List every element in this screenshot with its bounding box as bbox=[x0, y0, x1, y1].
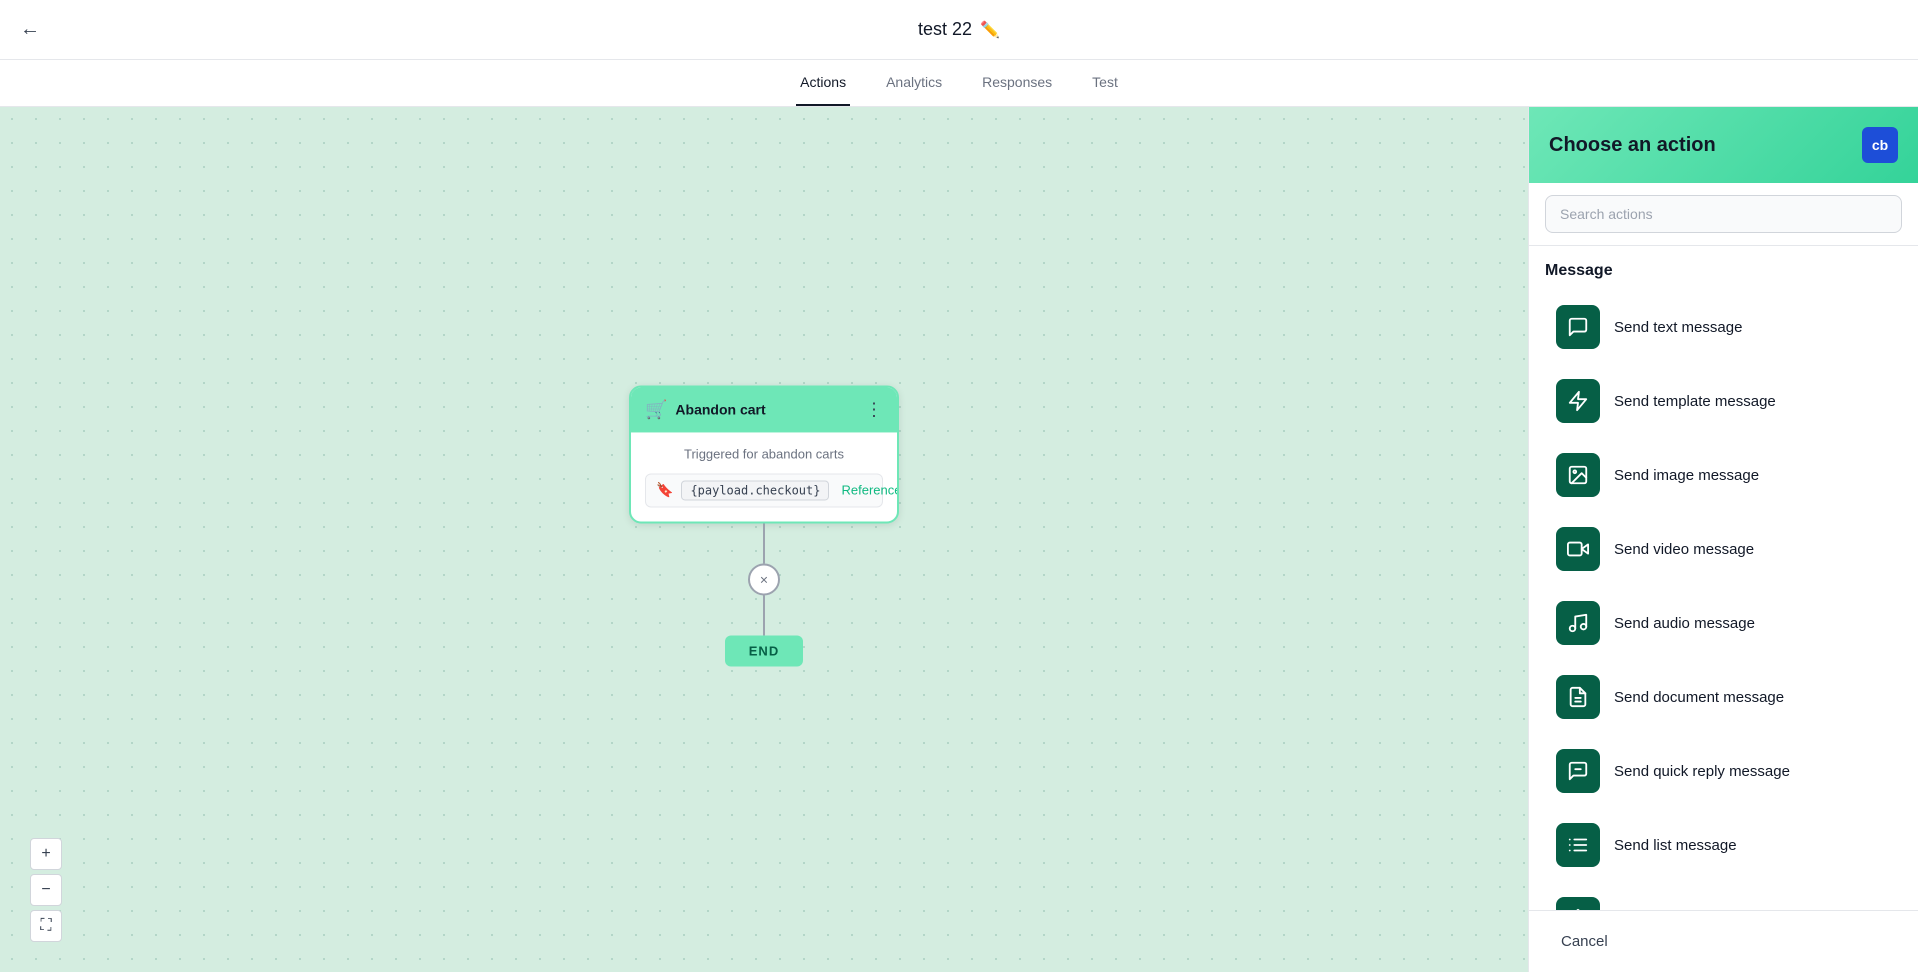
action-send-audio[interactable]: Send audio message bbox=[1545, 588, 1902, 658]
tab-responses[interactable]: Responses bbox=[978, 60, 1056, 106]
action-send-text[interactable]: Send text message bbox=[1545, 292, 1902, 362]
connector-line-1 bbox=[763, 523, 765, 563]
send-list-icon bbox=[1556, 823, 1600, 867]
send-template-label: Send template message bbox=[1614, 393, 1776, 410]
right-panel: Choose an action cb Message Send text me… bbox=[1528, 107, 1918, 972]
abandon-cart-node[interactable]: 🛒 Abandon cart ⋮ Triggered for abandon c… bbox=[629, 385, 899, 523]
panel-footer: Cancel bbox=[1529, 910, 1918, 972]
zoom-in-button[interactable]: + bbox=[30, 838, 62, 870]
send-document-icon bbox=[1556, 675, 1600, 719]
node-menu-button[interactable]: ⋮ bbox=[865, 399, 883, 420]
action-send-list[interactable]: Send list message bbox=[1545, 810, 1902, 880]
send-video-icon bbox=[1556, 527, 1600, 571]
reference-link[interactable]: Reference bbox=[841, 482, 899, 497]
send-document-label: Send document message bbox=[1614, 689, 1784, 706]
action-send-template[interactable]: Send template message bbox=[1545, 366, 1902, 436]
payload-tag: {payload.checkout} bbox=[681, 480, 829, 500]
cart-icon: 🛒 bbox=[645, 399, 667, 420]
zoom-out-button[interactable]: − bbox=[30, 874, 62, 906]
zoom-controls: + − ⛶ bbox=[30, 838, 62, 942]
connector-line-2 bbox=[763, 595, 765, 635]
tab-actions[interactable]: Actions bbox=[796, 60, 850, 106]
send-video-label: Send video message bbox=[1614, 541, 1754, 558]
node-title: Abandon cart bbox=[675, 401, 765, 417]
send-catalog-icon bbox=[1556, 897, 1600, 910]
tab-test[interactable]: Test bbox=[1088, 60, 1122, 106]
panel-search-area bbox=[1529, 183, 1918, 246]
send-image-label: Send image message bbox=[1614, 467, 1759, 484]
flow-container: 🛒 Abandon cart ⋮ Triggered for abandon c… bbox=[629, 385, 899, 666]
node-body: Triggered for abandon carts 🔖 {payload.c… bbox=[631, 432, 897, 521]
panel-close-button[interactable]: cb bbox=[1862, 127, 1898, 163]
tab-analytics[interactable]: Analytics bbox=[882, 60, 946, 106]
page-title: test 22 bbox=[918, 19, 972, 40]
action-send-catalog[interactable]: Send catalog message bbox=[1545, 884, 1902, 910]
tabs-bar: Actions Analytics Responses Test bbox=[0, 60, 1918, 107]
cancel-button[interactable]: Cancel bbox=[1545, 925, 1624, 958]
edit-icon[interactable]: ✏️ bbox=[980, 20, 1000, 40]
action-send-image[interactable]: Send image message bbox=[1545, 440, 1902, 510]
search-input[interactable] bbox=[1545, 195, 1902, 233]
add-node-button[interactable]: × bbox=[748, 563, 780, 595]
header: ← test 22 ✏️ bbox=[0, 0, 1918, 60]
node-reference-row: 🔖 {payload.checkout} Reference bbox=[645, 473, 883, 507]
header-title-area: test 22 ✏️ bbox=[918, 19, 1000, 40]
send-text-label: Send text message bbox=[1614, 319, 1742, 336]
back-button[interactable]: ← bbox=[20, 18, 40, 41]
node-description: Triggered for abandon carts bbox=[645, 446, 883, 461]
section-label-message: Message bbox=[1545, 262, 1902, 280]
action-send-quick-reply[interactable]: Send quick reply message bbox=[1545, 736, 1902, 806]
node-header-left: 🛒 Abandon cart bbox=[645, 399, 766, 420]
node-header: 🛒 Abandon cart ⋮ bbox=[631, 387, 897, 432]
send-quick-reply-label: Send quick reply message bbox=[1614, 763, 1790, 780]
panel-content: Message Send text message Send template … bbox=[1529, 246, 1918, 910]
panel-header: Choose an action cb bbox=[1529, 107, 1918, 183]
end-node: END bbox=[725, 635, 803, 666]
main-content: + − ⛶ 🛒 Abandon cart ⋮ Triggered for aba… bbox=[0, 107, 1918, 972]
action-send-video[interactable]: Send video message bbox=[1545, 514, 1902, 584]
send-audio-label: Send audio message bbox=[1614, 615, 1755, 632]
bookmark-icon: 🔖 bbox=[656, 481, 673, 498]
flow-canvas[interactable]: + − ⛶ 🛒 Abandon cart ⋮ Triggered for aba… bbox=[0, 107, 1528, 972]
send-quick-reply-icon bbox=[1556, 749, 1600, 793]
send-image-icon bbox=[1556, 453, 1600, 497]
send-list-label: Send list message bbox=[1614, 837, 1737, 854]
fit-screen-button[interactable]: ⛶ bbox=[30, 910, 62, 942]
send-audio-icon bbox=[1556, 601, 1600, 645]
panel-title: Choose an action bbox=[1549, 134, 1716, 157]
send-template-icon bbox=[1556, 379, 1600, 423]
action-send-document[interactable]: Send document message bbox=[1545, 662, 1902, 732]
send-text-icon bbox=[1556, 305, 1600, 349]
